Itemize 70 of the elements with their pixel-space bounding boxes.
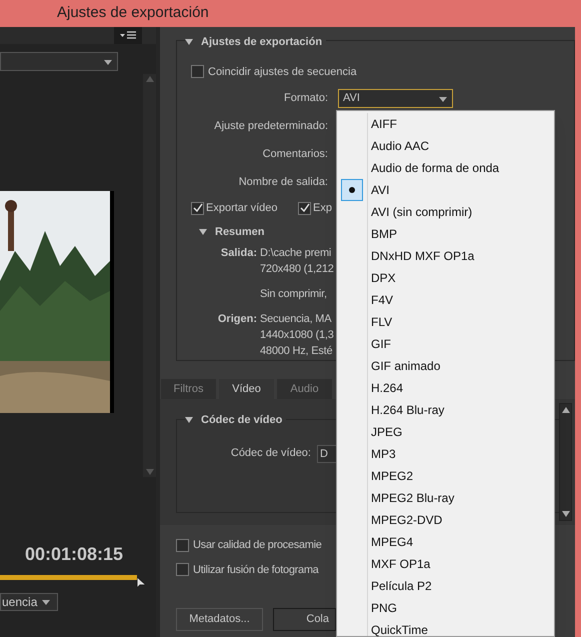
menu-item[interactable]: BMP xyxy=(337,223,554,245)
summary-label: Origen: xyxy=(218,313,257,325)
timecode: 00:01:08:15 xyxy=(25,543,124,566)
menu-item[interactable]: GIF animado xyxy=(337,355,554,377)
checkbox-label: Utilizar fusión de fotograma xyxy=(193,562,318,578)
tab[interactable]: Filtros xyxy=(161,379,216,399)
menu-item[interactable]: AIFF xyxy=(337,113,554,135)
menu-item[interactable]: MPEG4 xyxy=(337,531,554,553)
caret-icon xyxy=(41,598,52,606)
menu-item[interactable]: MXF OP1a xyxy=(337,553,554,575)
menu-item[interactable]: JPEG xyxy=(337,421,554,443)
menu-item[interactable]: AVI (sin comprimir) xyxy=(337,201,554,223)
section-heading: Ajustes de exportación xyxy=(201,35,322,50)
field-label: Códec de vídeo: xyxy=(230,446,311,462)
summary-text: Secuencia, MA xyxy=(260,312,332,327)
menu-item[interactable]: F4V xyxy=(337,289,554,311)
panel-menu-icon[interactable] xyxy=(114,27,142,44)
summary-text: 48000 Hz, Esté xyxy=(260,344,334,359)
checkbox[interactable] xyxy=(298,202,311,215)
checkbox[interactable] xyxy=(191,202,204,215)
scrollbar[interactable] xyxy=(559,403,572,521)
scroll-down-icon[interactable] xyxy=(562,511,570,517)
collapse-icon[interactable] xyxy=(199,228,207,235)
menu-item[interactable]: DNxHD MXF OP1a xyxy=(337,245,554,267)
menu-item[interactable]: GIF xyxy=(337,333,554,355)
selected-marker xyxy=(341,179,363,201)
summary-text: 720x480 (1,212 xyxy=(260,262,334,277)
button[interactable]: Metadatos... xyxy=(176,608,263,631)
menu-item[interactable]: Audio de forma de onda xyxy=(337,157,554,179)
cursor-icon xyxy=(137,577,147,589)
menu-item[interactable]: Audio AAC xyxy=(337,135,554,157)
menu-item[interactable]: MPEG2 Blu-ray xyxy=(337,487,554,509)
tab[interactable]: Audio xyxy=(277,379,332,399)
menu-item[interactable]: DPX xyxy=(337,267,554,289)
caret-icon xyxy=(438,94,448,102)
summary-text: 1440x1080 (1,3 xyxy=(260,328,334,343)
checkbox-label: Coincidir ajustes de secuencia xyxy=(208,64,357,80)
field-label: Formato: xyxy=(282,91,328,106)
summary-label: Salida: xyxy=(220,247,257,259)
collapse-icon[interactable] xyxy=(185,417,193,424)
section-heading: Resumen xyxy=(215,224,265,240)
field-label: Nombre de salida: xyxy=(238,175,328,190)
menu-item[interactable]: H.264 xyxy=(337,377,554,399)
menu-item[interactable]: H.264 Blu-ray xyxy=(337,399,554,421)
menu-item[interactable]: AVI xyxy=(337,179,554,201)
summary-text: Sin comprimir, xyxy=(260,287,327,302)
menu-item[interactable]: MPEG2-DVD xyxy=(337,509,554,531)
checkbox-label: Usar calidad de procesamie xyxy=(193,538,322,553)
collapse-icon[interactable] xyxy=(185,39,193,46)
menu-item[interactable]: QuickTime xyxy=(337,619,554,637)
checkbox-label: Exportar vídeo xyxy=(206,201,278,216)
summary-text: D:\cache premi xyxy=(260,246,332,261)
checkbox[interactable] xyxy=(191,65,204,78)
section-heading: Códec de vídeo xyxy=(201,413,282,428)
checkbox-label: Exp xyxy=(313,201,332,216)
menu-item[interactable]: PNG xyxy=(337,597,554,619)
tab[interactable]: Vídeo xyxy=(219,379,274,399)
checkbox[interactable] xyxy=(176,538,189,552)
button[interactable]: Cola xyxy=(273,608,336,631)
menu-item[interactable]: FLV xyxy=(337,311,554,333)
format-dropdown[interactable]: AVI xyxy=(338,89,453,108)
window-title: Ajustes de exportación xyxy=(57,3,209,24)
sequence-dropdown[interactable]: uencia xyxy=(0,593,58,611)
field-label: Comentarios: xyxy=(262,147,328,162)
caret-icon xyxy=(103,58,113,66)
menu-item[interactable]: Película P2 xyxy=(337,575,554,597)
field-label: Ajuste predeterminado: xyxy=(213,119,328,134)
scroll-up-icon[interactable] xyxy=(562,407,570,413)
checkbox[interactable] xyxy=(176,563,189,576)
menu-item[interactable]: MPEG2 xyxy=(337,465,554,487)
